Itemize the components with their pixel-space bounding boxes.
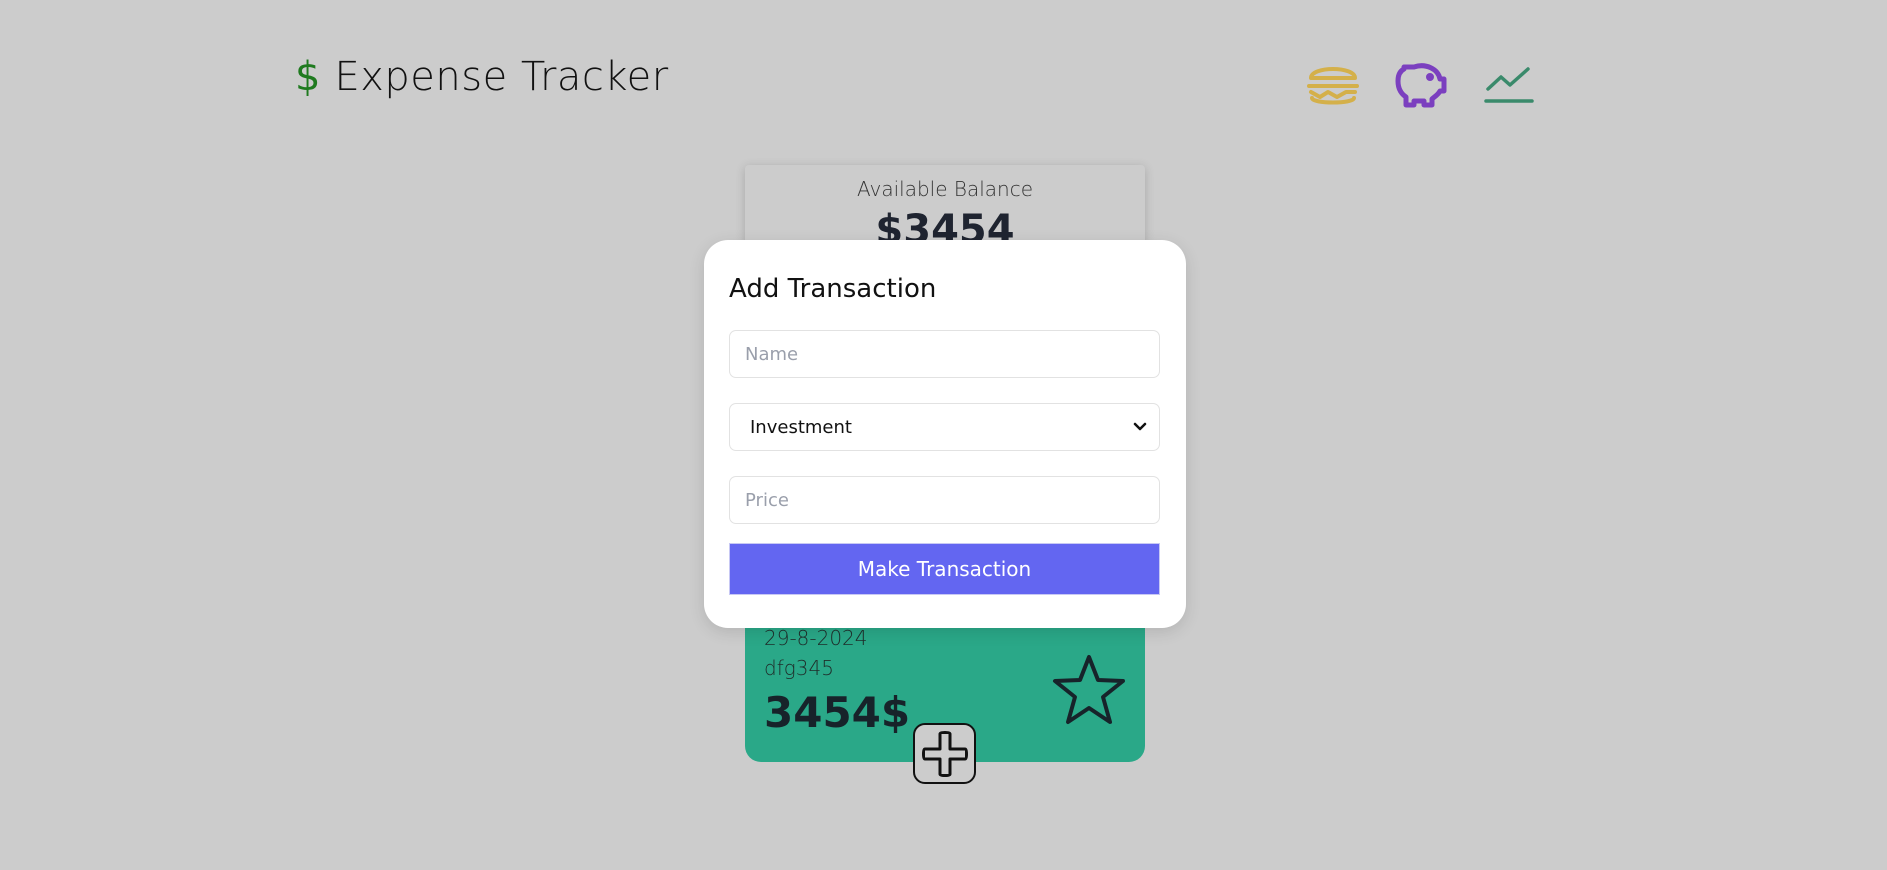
name-input[interactable] bbox=[729, 330, 1160, 378]
price-input[interactable] bbox=[729, 476, 1160, 524]
dollar-icon: $ bbox=[295, 54, 321, 100]
add-transaction-modal: Add Transaction Investment Make Transact… bbox=[704, 240, 1186, 628]
star-icon[interactable] bbox=[1051, 652, 1127, 728]
chart-line-icon[interactable] bbox=[1481, 58, 1537, 110]
transaction-name: dfg345 bbox=[764, 656, 834, 680]
make-transaction-button[interactable]: Make Transaction bbox=[729, 543, 1160, 595]
piggy-bank-icon[interactable] bbox=[1393, 58, 1449, 110]
plus-icon bbox=[921, 730, 968, 777]
chevron-down-icon bbox=[1133, 422, 1147, 431]
nav-icons bbox=[1305, 58, 1537, 110]
modal-title: Add Transaction bbox=[729, 274, 937, 304]
app-header: $ Expense Tracker bbox=[295, 57, 669, 97]
burger-icon[interactable] bbox=[1305, 58, 1361, 110]
app-title: Expense Tracker bbox=[334, 54, 669, 100]
category-select[interactable]: Investment bbox=[729, 403, 1160, 451]
balance-label: Available Balance bbox=[856, 177, 1034, 201]
transaction-amount: 3454$ bbox=[764, 688, 911, 737]
transaction-date: 29-8-2024 bbox=[764, 626, 868, 650]
category-selected-value: Investment bbox=[750, 416, 852, 438]
add-transaction-button[interactable] bbox=[913, 723, 976, 784]
